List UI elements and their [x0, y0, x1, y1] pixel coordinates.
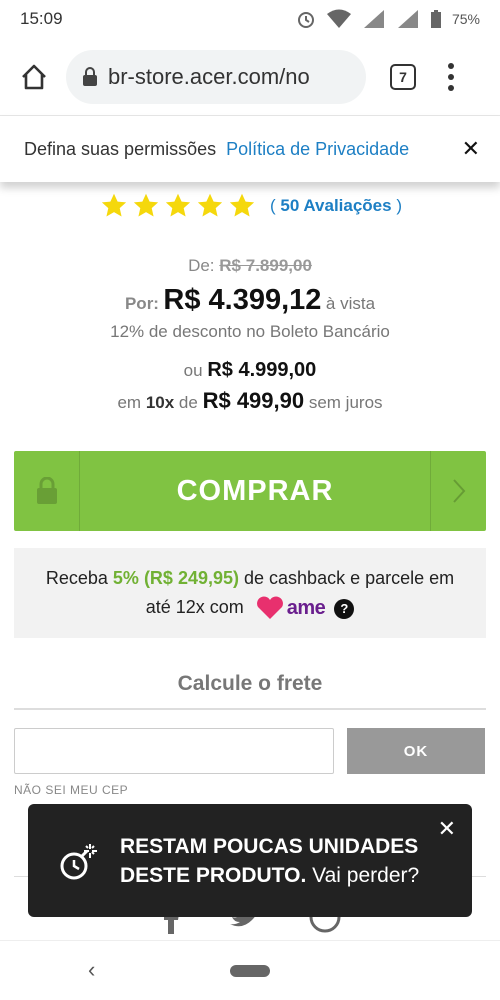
toast-message: RESTAM POUCAS UNIDADES DESTE PRODUTO. Va… — [120, 832, 419, 890]
reviews-count: 50 Avaliações — [280, 196, 392, 215]
browser-toolbar: br-store.acer.com/no 7 — [0, 38, 500, 116]
bomb-icon — [60, 843, 97, 879]
cashback-line-2: até 12x com ame ? — [14, 593, 486, 623]
toast-line-2: DESTE PRODUTO. Vai perder? — [120, 861, 419, 890]
ok-button[interactable]: OK — [347, 728, 485, 774]
signal-icon — [397, 10, 418, 28]
alt-price: R$ 4.999,00 — [207, 359, 317, 381]
toast-line-1: RESTAM POUCAS UNIDADES — [120, 832, 419, 861]
help-icon[interactable]: ? — [334, 598, 355, 619]
star-icon — [229, 193, 255, 217]
old-price-row: De: R$ 7.899,00 — [0, 256, 500, 276]
cashback-prefix: Receba — [45, 568, 108, 588]
price-row: Por: R$ 4.399,12 à vista — [0, 284, 500, 317]
cashback-amount: 5% (R$ 249,95) — [112, 568, 239, 588]
cash-note: à vista — [325, 294, 376, 313]
rating-stars — [98, 192, 258, 220]
system-nav-bar: ‹ — [0, 940, 500, 1000]
inst-suffix: sem juros — [308, 393, 383, 412]
inst-de: de — [178, 393, 198, 412]
inst-prefix: em — [117, 393, 142, 412]
cashback-box: Receba 5% (R$ 249,95) de cashback e parc… — [14, 548, 486, 638]
from-label: De: — [188, 256, 215, 275]
reviews-close-paren: ) — [396, 196, 403, 215]
buy-button-label: COMPRAR — [176, 474, 334, 507]
reviews-link[interactable]: ( 50 Avaliações ) — [270, 196, 402, 216]
cep-input[interactable] — [14, 728, 334, 774]
signal-icon — [363, 10, 384, 28]
old-price: R$ 7.899,00 — [219, 256, 312, 275]
buy-lock-area — [14, 451, 80, 531]
cookie-close-button[interactable]: ✕ — [462, 136, 480, 162]
battery-icon — [430, 10, 441, 28]
menu-dot-icon — [448, 73, 454, 80]
lock-icon — [36, 477, 57, 504]
menu-dot-icon — [448, 84, 454, 91]
nav-back-button[interactable]: ‹ — [88, 957, 95, 983]
lock-icon — [83, 66, 97, 86]
ame-logo: ame — [255, 594, 326, 623]
inst-count: 10x — [145, 393, 175, 412]
star-icon — [133, 193, 159, 217]
toast-line1-text: RESTAM POUCAS UNIDADES — [120, 834, 419, 858]
chevron-right-icon — [452, 479, 465, 503]
url-text: br-store.acer.com/no — [108, 63, 310, 89]
star-icon — [101, 193, 127, 217]
current-price: R$ 4.399,12 — [163, 284, 322, 316]
tab-switcher-button[interactable]: 7 — [390, 63, 416, 90]
cashback-line-1: Receba 5% (R$ 249,95) de cashback e parc… — [14, 564, 486, 593]
alarm-icon — [297, 12, 314, 28]
status-time: 15:09 — [20, 9, 63, 28]
buy-button[interactable]: COMPRAR — [14, 451, 486, 531]
star-icon — [197, 193, 223, 217]
unknown-cep-link[interactable]: NÃO SEI MEU CEP — [14, 783, 128, 797]
product-rating: ( 50 Avaliações ) — [0, 192, 500, 220]
privacy-policy-link[interactable]: Política de Privacidade — [226, 139, 409, 160]
menu-dot-icon — [448, 62, 454, 69]
reviews-open-paren: ( — [269, 196, 276, 215]
heart-icon — [256, 596, 283, 620]
home-button[interactable] — [14, 57, 54, 97]
alt-price-row: ou R$ 4.999,00 — [0, 359, 500, 382]
toast-line2-bold: DESTE PRODUTO. — [120, 863, 307, 887]
toast-close-button[interactable]: ✕ — [438, 816, 456, 842]
buy-arrow-area — [430, 451, 486, 531]
installments-row: em 10x de R$ 499,90 sem juros — [0, 388, 500, 414]
battery-level: 75% — [451, 11, 480, 27]
cookie-banner: Defina suas permissões Política de Priva… — [0, 116, 500, 182]
overflow-menu-button[interactable] — [446, 62, 456, 91]
installment-value: R$ 499,90 — [202, 388, 305, 413]
address-bar[interactable]: br-store.acer.com/no — [66, 49, 366, 104]
status-icons: 75% — [296, 9, 480, 29]
toast-line2-rest: Vai perder? — [312, 863, 420, 887]
or-label: ou — [183, 361, 203, 380]
cashback-middle: de cashback e parcele em — [244, 568, 455, 588]
by-label: Por: — [124, 294, 159, 313]
cookie-permissions-text[interactable]: Defina suas permissões — [24, 139, 216, 160]
cashback-line2-text: até 12x com — [145, 597, 244, 617]
wifi-icon — [326, 9, 351, 28]
ame-brand-text: ame — [286, 596, 326, 619]
discount-note: 12% de desconto no Boleto Bancário — [110, 322, 390, 341]
low-stock-toast: RESTAM POUCAS UNIDADES DESTE PRODUTO. Va… — [28, 804, 472, 917]
star-icon — [165, 193, 191, 217]
home-icon — [22, 64, 46, 89]
status-bar: 15:09 75% — [0, 0, 500, 38]
nav-home-pill[interactable] — [230, 965, 270, 977]
freight-title: Calcule o frete — [14, 672, 486, 710]
